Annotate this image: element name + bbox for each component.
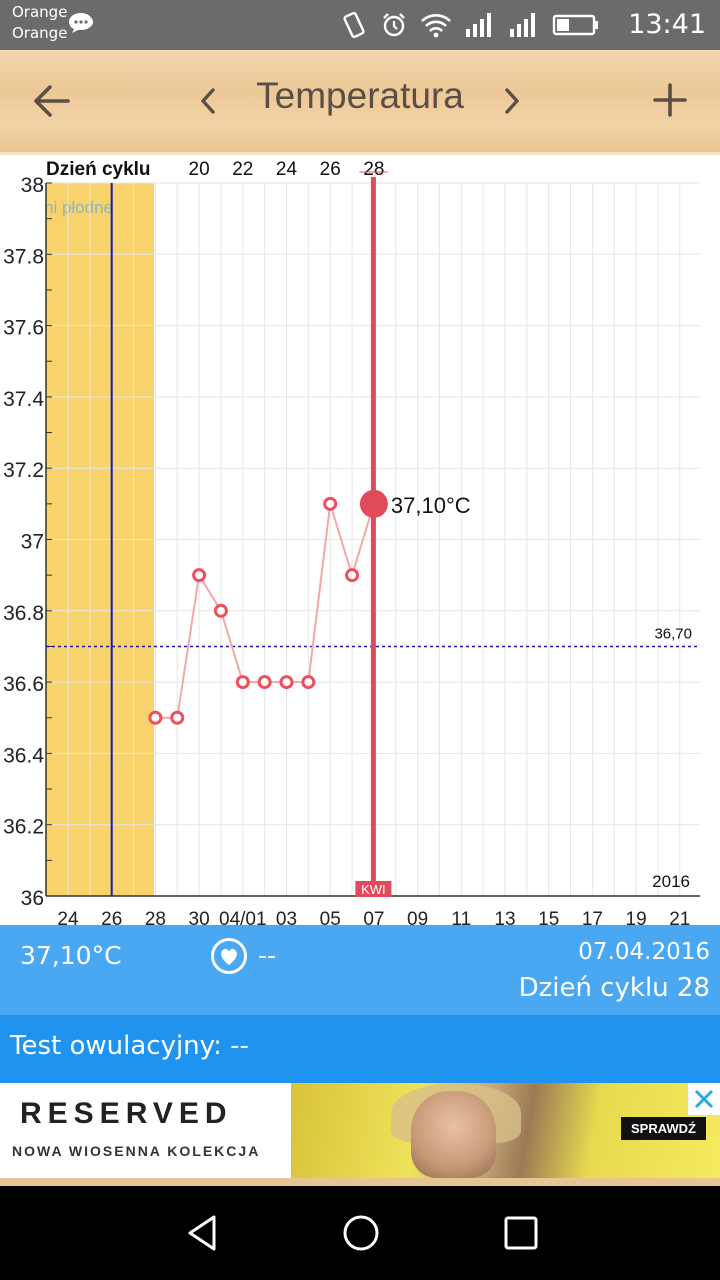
data-point <box>213 603 228 618</box>
x-tick-label: 26 <box>101 909 122 925</box>
chart-canvas[interactable]: ni płodne38 37.8 37.6 37.4 37.2 37 36.8 36.6 36.… <box>0 155 720 925</box>
wifi-icon <box>421 14 451 38</box>
y-tick-label: 37.4 <box>3 388 44 411</box>
ad-model-face <box>411 1091 496 1178</box>
y-tick-label: 38 <box>21 174 44 197</box>
app-bar: Temperatura <box>0 50 720 155</box>
ad-photo: SPRAWDŹ <box>291 1083 720 1178</box>
y-tick-label: 36.8 <box>3 602 44 625</box>
system-nav-bar <box>0 1186 720 1280</box>
nav-home-icon[interactable] <box>341 1213 381 1253</box>
cycle-day: Dzień cyklu 28 <box>518 973 710 1003</box>
alarm-icon <box>383 13 405 37</box>
ad-banner[interactable]: RESERVED NOWA WIOSENNA KOLEKCJA SPRAWDŹ <box>0 1083 720 1178</box>
chevron-left-icon[interactable] <box>196 84 220 118</box>
x-tick-label: 09 <box>407 909 428 925</box>
coverline-label: 36,70 <box>654 625 692 642</box>
ovulation-test-row[interactable]: Test owulacyjny: -- <box>0 1015 720 1083</box>
x-tick-label: 15 <box>538 909 559 925</box>
month-marker: KWI <box>361 882 386 897</box>
status-bar: Orange Orange 13:41 <box>0 0 720 50</box>
x-tick-label: 28 <box>145 909 166 925</box>
data-point <box>279 675 294 690</box>
x-tick-label: 19 <box>626 909 647 925</box>
data-point <box>301 675 316 690</box>
data-point <box>345 568 360 583</box>
signal-icon-2 <box>510 13 535 37</box>
carrier-label: Orange <box>12 3 68 21</box>
signal-icon <box>466 13 491 37</box>
year-label: 2016 <box>652 872 690 891</box>
data-point <box>192 568 207 583</box>
x-tick-label: 07 <box>363 909 384 925</box>
ovulation-test-label: Test owulacyjny: -- <box>10 1031 249 1061</box>
nav-back-icon[interactable] <box>182 1213 222 1253</box>
x-tick-label: 03 <box>276 909 297 925</box>
page-title: Temperatura <box>256 75 464 116</box>
data-point <box>323 496 338 511</box>
data-point <box>257 675 272 690</box>
battery-icon <box>552 14 598 36</box>
cycle-day-tick: 26 <box>320 159 341 180</box>
x-tick-label: 13 <box>494 909 515 925</box>
x-tick-label: 21 <box>669 909 690 925</box>
cycle-day-tick: 24 <box>276 159 298 180</box>
nav-recents-icon[interactable] <box>501 1213 541 1253</box>
back-arrow-icon[interactable] <box>30 80 72 122</box>
x-tick-label: 17 <box>582 909 603 925</box>
y-tick-label: 36.4 <box>3 744 44 767</box>
y-tick-label: 36.6 <box>3 673 44 696</box>
y-tick-label: 37.2 <box>3 459 44 482</box>
ad-cta-button[interactable]: SPRAWDŹ <box>621 1117 706 1140</box>
temperature-value: 37,10°C <box>20 941 122 970</box>
x-tick-label: 24 <box>57 909 79 925</box>
carrier-label-2: Orange <box>12 24 68 42</box>
ad-tagline: NOWA WIOSENNA KOLEKCJA <box>12 1143 261 1159</box>
selected-data-point <box>359 489 388 518</box>
y-tick-label: 36.2 <box>3 816 44 839</box>
y-tick-label: 36 <box>21 887 44 910</box>
temperature-chart[interactable]: ni płodne 38 37.8 37.6 37.4 37.2 37 36.8 36.6 36.… <box>0 155 720 925</box>
x-tick-label: 04/01 <box>219 909 267 925</box>
data-point <box>148 710 163 725</box>
clock: 13:41 <box>628 9 706 40</box>
y-tick-label: 37 <box>21 531 44 554</box>
message-icon <box>69 13 93 33</box>
heart-icon <box>211 938 247 974</box>
x-tick-label: 11 <box>451 909 471 925</box>
chevron-right-icon[interactable] <box>500 84 524 118</box>
wood-strip <box>0 1178 720 1186</box>
vibrate-icon <box>343 11 365 39</box>
y-tick-label: 37.8 <box>3 245 44 268</box>
cycle-day-tick: 20 <box>189 159 210 180</box>
status-icons <box>340 10 600 40</box>
day-info-panel: 37,10°C -- 07.04.2016 Dzień cyklu 28 <box>0 925 720 1015</box>
ad-close-icon[interactable] <box>688 1083 720 1115</box>
sign-value: -- <box>258 941 277 970</box>
data-point <box>170 710 185 725</box>
ad-brand: RESERVED <box>20 1097 233 1130</box>
x-tick-label: 05 <box>320 909 341 925</box>
fertile-label: ni płodne <box>44 198 113 217</box>
y-tick-label: 37.6 <box>3 317 44 340</box>
add-icon[interactable] <box>650 80 690 120</box>
selected-date: 07.04.2016 <box>578 939 710 965</box>
x-tick-label: 30 <box>189 909 210 925</box>
data-point <box>235 675 250 690</box>
cycle-day-tick: 28 <box>363 159 384 180</box>
cycle-day-tick: 22 <box>232 159 253 180</box>
cycle-day-axis-title: Dzień cyklu <box>46 159 151 180</box>
selected-value-label: 37,10°C <box>391 493 471 518</box>
